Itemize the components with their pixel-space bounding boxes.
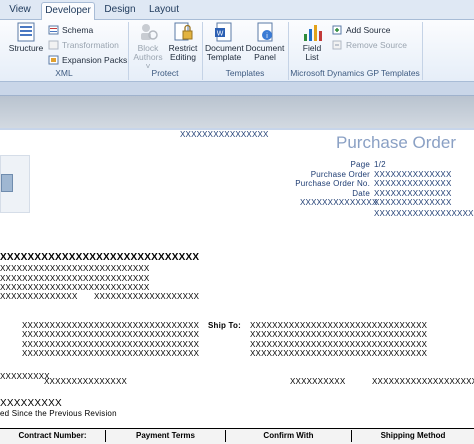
tab-design[interactable]: Design <box>100 2 140 20</box>
field-list-line2: List <box>305 52 319 62</box>
transformation-label: Transformation <box>62 40 119 50</box>
bill-to-line: XXXXXXXXXXXXXXXXXXXXXXXXXXXXXXXX <box>22 321 200 330</box>
field-list-icon <box>304 25 322 41</box>
ship-to-line: XXXXXXXXXXXXXXXXXXXXXXXXXXXXXXXX <box>250 321 428 330</box>
order-details-table-header: Contract Number: Payment Terms Confirm W… <box>0 428 474 444</box>
restrict-editing-icon <box>174 22 193 41</box>
misc-field: XXXXXXXXX <box>0 372 50 381</box>
document-template-icon: W <box>215 22 232 42</box>
bill-to-line: XXXXXXXXXXXXXXXXXXXXXXXXXXXXXXXX <box>22 349 200 358</box>
vendor-line: XXXXXXXXXXXXXXXXXXXXXXXXXXX <box>0 264 150 273</box>
document-panel-icon: i <box>257 22 273 42</box>
gp-templates-group-label: Microsoft Dynamics GP Templates <box>290 68 420 78</box>
header-company: XXXXXXXXXXXXXXXX <box>180 130 269 139</box>
vendor-line: XXXXXXXXXXXXXXXXXXXXXXXXXXX <box>0 274 150 283</box>
remove-source-icon <box>332 40 342 50</box>
ribbon-panel: Structure Schema Transformation Expansio… <box>0 20 474 82</box>
vendor-line: XXXXXXXXXXXXXX <box>0 292 78 301</box>
add-source-label: Add Source <box>346 25 391 35</box>
misc-field: XXXXXXXXXX <box>290 377 346 386</box>
bill-to-line: XXXXXXXXXXXXXXXXXXXXXXXXXXXXXXXX <box>22 340 200 349</box>
company-logo <box>0 155 30 213</box>
tab-developer[interactable]: Developer <box>41 2 95 21</box>
vendor-line: XXXXXXXXXXXXXXXXXXXXXXXXXXX <box>0 283 150 292</box>
extra-value-2: XXXXXXXXXXXXXXXXXXXX <box>374 209 474 218</box>
document-template-button[interactable]: W Document Template <box>205 22 244 62</box>
document-page[interactable]: XXXXXXXXXXXXXXXX Purchase Order Page 1/2… <box>0 128 474 444</box>
ship-to-line: XXXXXXXXXXXXXXXXXXXXXXXXXXXXXXXX <box>250 349 428 358</box>
group-separator <box>422 22 423 80</box>
remove-source-button[interactable]: Remove Source <box>332 38 407 52</box>
expansion-packs-button[interactable]: Expansion Packs <box>48 53 127 67</box>
date-label: Date <box>352 189 370 198</box>
col-contract-number: Contract Number: <box>0 430 106 442</box>
document-template-line2: Template <box>206 52 242 62</box>
templates-group-label: Templates <box>225 68 265 78</box>
field-list-button[interactable]: Field List <box>298 22 326 62</box>
schema-button[interactable]: Schema <box>48 23 93 37</box>
structure-button[interactable]: Structure <box>8 22 44 53</box>
page-title: Purchase Order <box>336 133 456 152</box>
structure-icon <box>17 22 35 42</box>
protect-group-label: Protect <box>151 68 179 78</box>
expansion-packs-label: Expansion Packs <box>62 55 128 65</box>
svg-text:W: W <box>217 31 224 38</box>
block-authors-button[interactable]: Block Authors ˅ <box>132 22 164 71</box>
vendor-name: XXXXXXXXXXXXXXXXXXXXXXXXXXXXX <box>0 252 200 263</box>
vendor-line: XXXXXXXXXXXXXXXXXXX <box>94 292 200 301</box>
misc-field: XXXXXXXXXXXXXXX <box>44 377 128 386</box>
purchase-order-no-label: Purchase Order No. <box>295 179 370 188</box>
revision-note: ed Since the Previous Revision <box>0 409 117 418</box>
page-label: Page <box>350 160 370 169</box>
bill-to-line: XXXXXXXXXXXXXXXXXXXXXXXXXXXXXXXX <box>22 330 200 339</box>
ship-to-line: XXXXXXXXXXXXXXXXXXXXXXXXXXXXXXXX <box>250 330 428 339</box>
ship-to-label: Ship To: <box>208 321 241 330</box>
schema-label: Schema <box>62 25 94 35</box>
add-source-button[interactable]: Add Source <box>332 23 390 37</box>
add-source-icon <box>332 25 342 35</box>
xml-group-label: XML <box>55 68 73 78</box>
restrict-editing-line2: Editing <box>170 52 196 62</box>
extra-value: XXXXXXXXXXXXXX <box>374 198 452 207</box>
document-panel-line2: Panel <box>254 52 276 62</box>
schema-icon <box>48 25 59 35</box>
purchase-order-label: Purchase Order <box>310 170 370 179</box>
col-confirm-with: Confirm With <box>226 430 352 442</box>
ribbon-tab-bar: View Developer Design Layout <box>0 0 474 21</box>
tab-view[interactable]: View <box>4 2 36 20</box>
purchase-order-value: XXXXXXXXXXXXXX <box>374 170 452 179</box>
document-panel-button[interactable]: i Document Panel <box>245 22 285 62</box>
transformation-icon <box>48 40 59 50</box>
misc-field: XXXXXXXXXXXXXXXXXXX <box>372 377 474 386</box>
transformation-button[interactable]: Transformation <box>48 38 119 52</box>
block-authors-icon <box>141 24 158 40</box>
col-shipping-method: Shipping Method <box>380 431 446 440</box>
misc-field: XXXXXXXXX <box>0 398 62 409</box>
expansion-packs-icon <box>48 55 59 65</box>
col-payment-terms: Payment Terms <box>106 430 226 442</box>
tab-layout[interactable]: Layout <box>144 2 184 20</box>
remove-source-label: Remove Source <box>346 40 407 50</box>
logo-image-icon <box>1 174 13 192</box>
ruler-bar <box>0 82 474 96</box>
document-workspace-background <box>0 96 474 128</box>
page-value: 1/2 <box>374 160 386 169</box>
date-value: XXXXXXXXXXXXXX <box>374 189 452 198</box>
restrict-editing-button[interactable]: Restrict Editing <box>166 22 200 62</box>
ship-to-line: XXXXXXXXXXXXXXXXXXXXXXXXXXXXXXXX <box>250 340 428 349</box>
purchase-order-no-value: XXXXXXXXXXXXXX <box>374 179 452 188</box>
structure-label: Structure <box>8 43 44 53</box>
extra-label: XXXXXXXXXXXXXX <box>300 198 378 207</box>
